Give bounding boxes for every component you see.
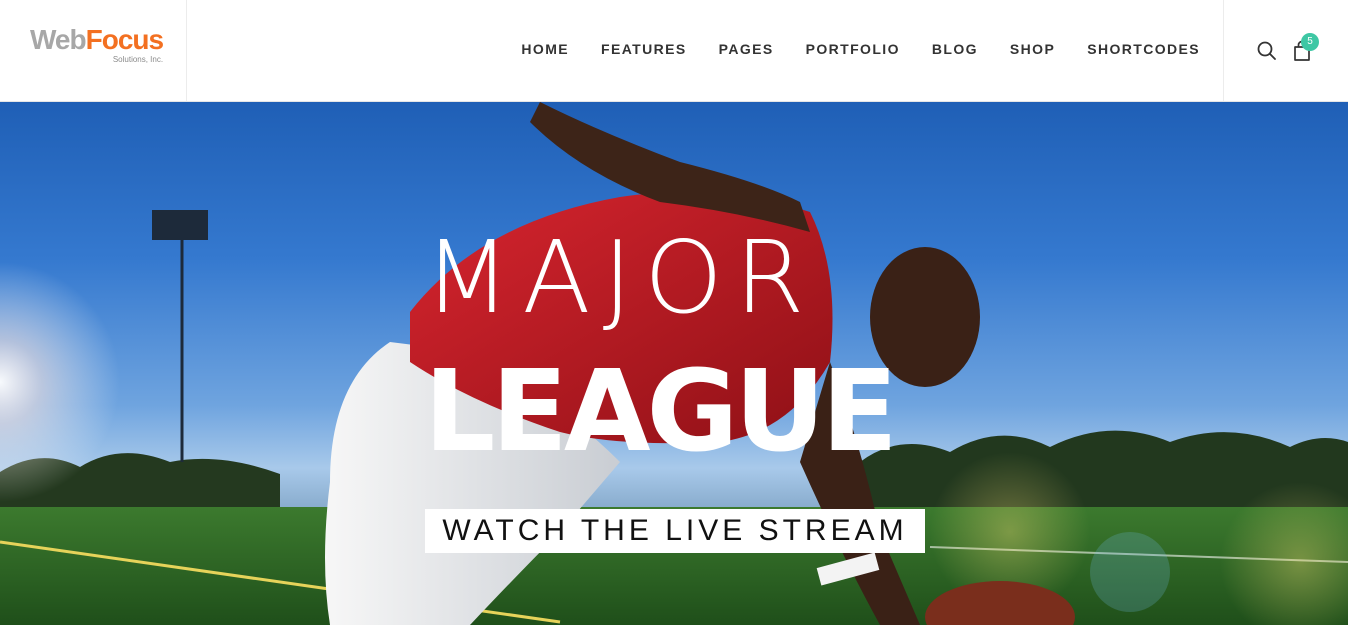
nav-shortcodes[interactable]: SHORTCODES xyxy=(1087,41,1200,57)
nav-blog[interactable]: BLOG xyxy=(932,41,978,57)
main-nav: HOME FEATURES PAGES PORTFOLIO BLOG SHOP … xyxy=(489,41,1200,57)
nav-shop[interactable]: SHOP xyxy=(1010,41,1055,57)
watch-live-stream-button[interactable]: WATCH THE LIVE STREAM xyxy=(425,509,925,553)
logo-subtitle: Solutions, Inc. xyxy=(112,55,164,64)
logo-area: WebFocus Solutions, Inc. xyxy=(0,0,187,101)
logo[interactable]: WebFocus Solutions, Inc. xyxy=(30,24,164,65)
hero-content: MAJOR LEAGUE WATCH THE LIVE STREAM xyxy=(0,102,1348,625)
nav-home[interactable]: HOME xyxy=(521,41,569,57)
site-header: WebFocus Solutions, Inc. HOME FEATURES P… xyxy=(0,0,1348,102)
nav-pages[interactable]: PAGES xyxy=(719,41,774,57)
search-icon xyxy=(1257,41,1276,60)
cart-count-badge: 5 xyxy=(1301,33,1319,51)
search-button[interactable] xyxy=(1256,40,1278,62)
nav-features[interactable]: FEATURES xyxy=(601,41,687,57)
logo-text-web: Web xyxy=(30,24,87,55)
hero-banner: MAJOR LEAGUE WATCH THE LIVE STREAM xyxy=(0,102,1348,625)
logo-text-focus: Focus xyxy=(85,24,164,55)
nav-portfolio[interactable]: PORTFOLIO xyxy=(806,41,900,57)
hero-title-bold: LEAGUE xyxy=(424,347,898,477)
hero-title-light: MAJOR xyxy=(424,219,817,336)
header-divider xyxy=(1223,0,1224,101)
